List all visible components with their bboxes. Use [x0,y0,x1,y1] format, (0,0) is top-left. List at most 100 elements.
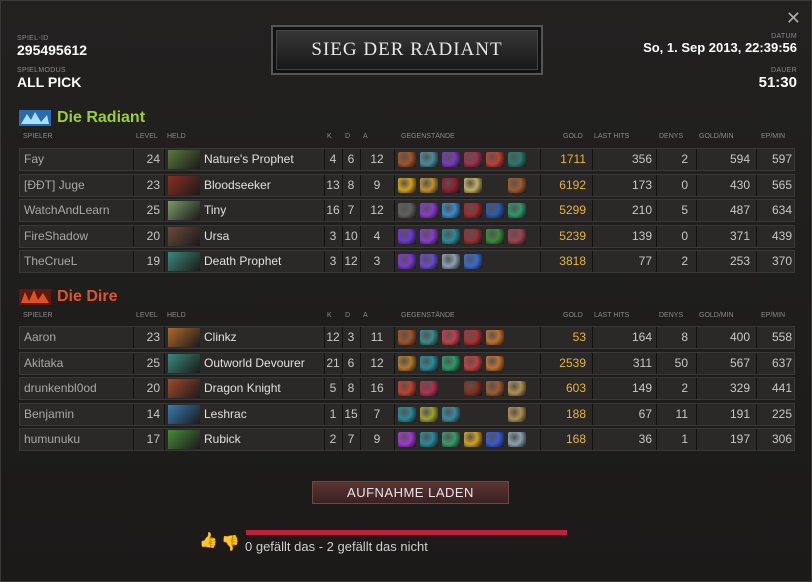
item-icon[interactable] [398,355,416,371]
date-label: DATUM [771,33,797,40]
player-name[interactable]: TheCrueL [24,251,132,272]
item-icon[interactable] [508,254,526,269]
player-row[interactable]: TheCrueL 19 3 12 3 3818 77 2 253 370 Death Prophet [19,250,795,273]
thumbs-up-icon[interactable]: 👍 [199,531,218,549]
match-date: So, 1. Sep 2013, 22:39:56 [643,40,797,55]
item-icon[interactable] [508,152,526,167]
item-icon[interactable] [486,432,504,447]
item-icon[interactable] [464,432,482,447]
item-icon[interactable] [486,330,504,345]
item-icon[interactable] [398,228,416,244]
gold-per-min: 253 [729,254,750,268]
item-icon[interactable] [398,177,416,193]
deaths: 10 [344,228,358,243]
item-icon[interactable] [464,355,482,371]
item-icon[interactable] [420,432,438,447]
item-icon[interactable] [442,177,460,193]
item-icon[interactable] [486,254,504,269]
item-icon[interactable] [442,254,460,269]
item-icon[interactable] [508,432,526,447]
item-slots [398,254,530,270]
player-name[interactable]: Aaron [24,327,132,348]
item-icon[interactable] [486,407,504,422]
player-row[interactable]: [ÐÐT] Juge 23 13 8 9 6192 173 0 430 565 Bloodseeke… [19,173,795,197]
item-icon[interactable] [420,228,438,244]
item-icon[interactable] [464,381,482,396]
item-icon[interactable] [486,152,504,167]
item-icon[interactable] [442,330,460,345]
item-icon[interactable] [486,355,504,371]
player-row[interactable]: humunuku 17 2 7 9 168 36 1 197 306 Rubick [19,428,795,451]
player-name[interactable]: Benjamin [24,404,132,425]
item-icon[interactable] [486,228,504,244]
item-icon[interactable] [398,203,416,218]
item-icon[interactable] [398,254,416,269]
item-icon[interactable] [442,355,460,371]
thumbs-down-icon[interactable]: 👎 [221,534,240,552]
player-row[interactable]: WatchAndLearn 25 16 7 12 5299 210 5 487 634 Tiny [19,199,795,222]
item-icon[interactable] [398,406,416,422]
player-name[interactable]: WatchAndLearn [24,200,132,221]
item-icon[interactable] [420,152,438,167]
player-row[interactable]: Benjamin 14 1 15 7 188 67 11 191 225 Leshrac [19,402,795,426]
item-icon[interactable] [420,330,438,345]
column-header-level: LEVEL [136,312,158,319]
download-replay-button[interactable]: AUFNAHME LADEN [312,481,509,504]
item-icon[interactable] [420,355,438,371]
item-icon[interactable] [420,254,438,269]
item-icon[interactable] [464,152,482,167]
player-name[interactable]: FireShadow [24,226,132,247]
item-icon[interactable] [486,178,504,193]
player-row[interactable]: Fay 24 4 6 12 1711 356 2 594 597 Nature's Prophet [19,148,795,171]
item-icon[interactable] [442,381,460,396]
kills: 3 [329,228,337,243]
player-row[interactable]: Akitaka 25 21 6 12 2539 311 50 567 637 Outworld De… [19,351,795,375]
item-icon[interactable] [508,356,526,371]
item-icon[interactable] [398,381,416,396]
player-row[interactable]: Aaron 23 12 3 11 53 164 8 400 558 Clinkz [19,326,795,349]
player-row[interactable]: drunkenbl0od 20 5 8 16 603 149 2 329 441 Dragon Kn… [19,377,795,400]
item-icon[interactable] [508,381,526,396]
item-icon[interactable] [486,381,504,396]
kills: 4 [329,152,337,166]
column-header-gold: GOLD [563,133,583,140]
item-icon[interactable] [442,228,460,244]
item-icon[interactable] [398,330,416,345]
item-icon[interactable] [508,330,526,345]
player-name[interactable]: [ÐÐT] Juge [24,175,132,196]
item-icon[interactable] [420,406,438,422]
item-icon[interactable] [442,432,460,447]
hero-name: Clinkz [204,330,237,344]
item-icon[interactable] [508,177,526,193]
item-icon[interactable] [508,406,526,422]
item-icon[interactable] [442,406,460,422]
item-icon[interactable] [442,152,460,167]
player-name[interactable]: Akitaka [24,353,132,374]
item-icon[interactable] [464,407,482,422]
item-icon[interactable] [398,152,416,167]
item-icon[interactable] [464,203,482,218]
item-icon[interactable] [420,177,438,193]
hero-name: Tiny [204,203,227,217]
item-icon[interactable] [464,177,482,193]
player-name[interactable]: Fay [24,149,132,170]
item-icon[interactable] [420,203,438,218]
close-icon[interactable]: ✕ [786,9,801,27]
item-icon[interactable] [420,381,438,396]
duration-block: DAUER 51:30 [759,67,797,91]
item-icon[interactable] [464,330,482,345]
player-name[interactable]: humunuku [24,429,132,450]
item-icon[interactable] [464,228,482,244]
item-icon[interactable] [508,203,526,218]
gold-per-min: 487 [729,203,750,217]
item-icon[interactable] [398,432,416,447]
assists: 16 [370,381,384,395]
vote-summary: 0 gefällt das - 2 gefällt das nicht [245,539,428,554]
item-icon[interactable] [464,254,482,269]
item-icon[interactable] [508,228,526,244]
column-header-denies: DENYS [659,312,684,319]
player-row[interactable]: FireShadow 20 3 10 4 5239 139 0 371 439 Ursa [19,224,795,248]
item-icon[interactable] [442,203,460,218]
item-icon[interactable] [486,203,504,218]
player-name[interactable]: drunkenbl0od [24,378,132,399]
